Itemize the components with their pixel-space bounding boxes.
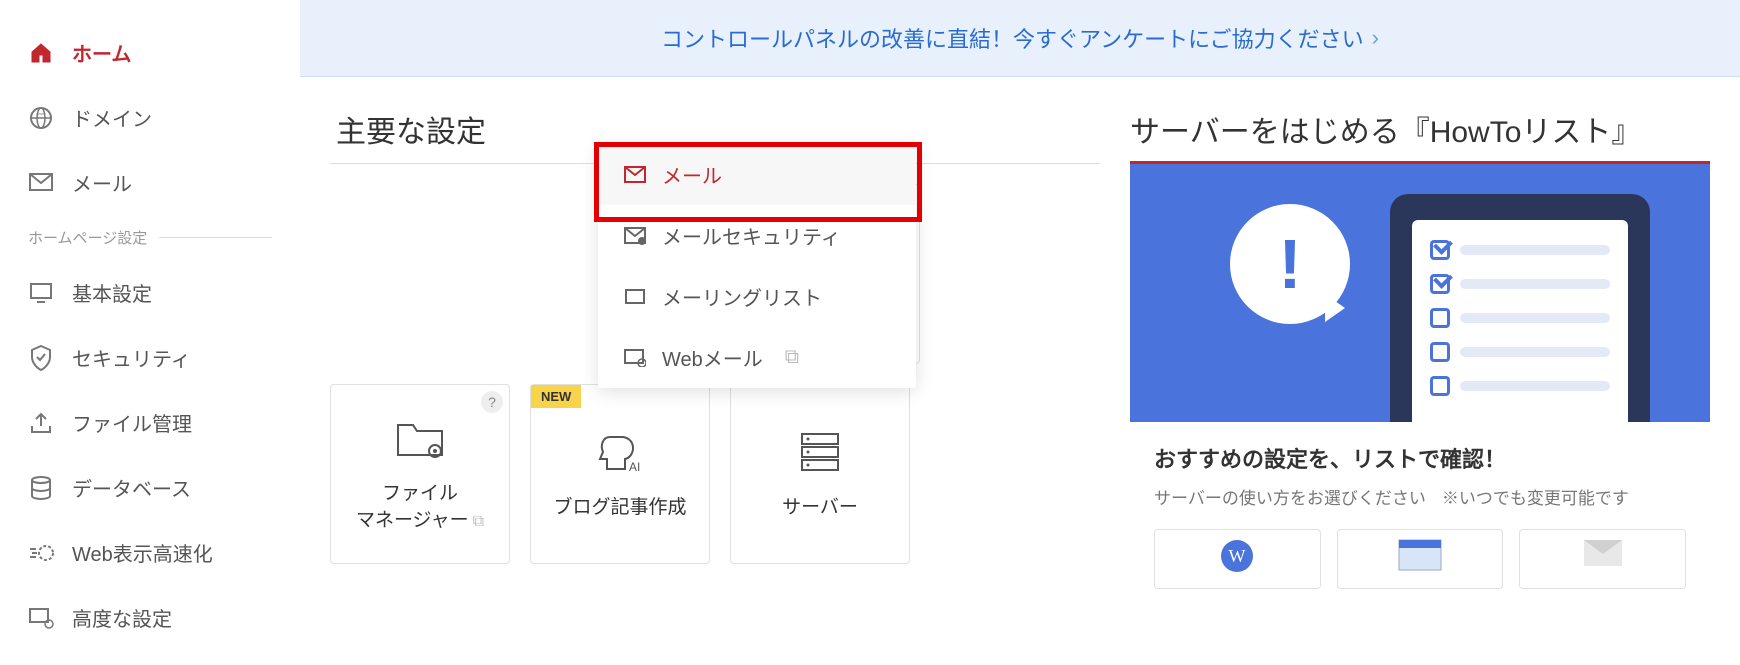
submenu-item-mail-security[interactable]: メールセキュリティ (598, 205, 916, 266)
howto-hero: ! (1130, 164, 1710, 422)
upload-icon (28, 410, 54, 436)
sidebar-label: 高度な設定 (72, 603, 172, 632)
submenu-label: メールセキュリティ (662, 221, 841, 250)
card-blog[interactable]: NEW AI ブログ記事作成 (530, 384, 710, 564)
mail-submenu: メール メールセキュリティ メーリングリスト Webメール ⧉ (598, 144, 916, 388)
chevron-right-icon: › (1372, 25, 1379, 51)
sidebar-label: Web表示高速化 (72, 538, 213, 567)
sidebar-item-db[interactable]: データベース (0, 455, 300, 520)
server-icon (795, 427, 845, 477)
shield-icon (28, 345, 54, 371)
svg-text:www: www (37, 111, 46, 116)
howto-sub-desc: サーバーの使い方をお選びください※いつでも変更可能です (1154, 484, 1686, 509)
sidebar-label: セキュリティ (72, 343, 191, 372)
card-server[interactable]: サーバー (730, 384, 910, 564)
howto: サーバーをはじめる『HowToリスト』 ! (1130, 107, 1710, 603)
sidebar-label: ファイル管理 (72, 408, 192, 437)
submenu-label: メーリングリスト (662, 282, 822, 311)
mailing-list-icon (624, 286, 646, 308)
database-icon (28, 475, 54, 501)
card-label: ファイルマネージャー⧉ (356, 481, 484, 534)
banner-text: コントロールパネルの改善に直結！今すぐアンケートにご協力ください (661, 22, 1364, 54)
sidebar-item-speed[interactable]: Web表示高速化 (0, 520, 300, 585)
mail-icon (28, 170, 54, 196)
submenu-item-mail[interactable]: メール (598, 144, 916, 205)
svg-text:W: W (1229, 546, 1246, 566)
help-icon[interactable]: ? (481, 391, 503, 413)
home-icon (28, 40, 54, 66)
svg-text:AI: AI (629, 460, 640, 474)
howto-option-wordpress[interactable]: W (1154, 529, 1321, 589)
howto-option-mail[interactable] (1519, 529, 1686, 589)
card-file-manager[interactable]: ? ファイルマネージャー⧉ (330, 384, 510, 564)
sidebar-label: 基本設定 (72, 278, 152, 307)
sidebar-item-basic[interactable]: 基本設定 (0, 260, 300, 325)
monitor-gear-icon (28, 605, 54, 631)
card-label: ブログ記事作成 (553, 495, 686, 522)
mail-icon (624, 164, 646, 186)
survey-banner[interactable]: コントロールパネルの改善に直結！今すぐアンケートにご協力ください › (300, 0, 1740, 77)
external-icon: ⧉ (785, 346, 799, 369)
sidebar-item-advanced[interactable]: 高度な設定 (0, 585, 300, 650)
sidebar-label: ホーム (72, 38, 131, 67)
sidebar-item-security[interactable]: セキュリティ (0, 325, 300, 390)
webmail-icon (624, 347, 646, 369)
submenu-item-webmail[interactable]: Webメール ⧉ (598, 327, 916, 388)
speed-icon (28, 540, 54, 566)
external-icon: ⧉ (473, 513, 484, 530)
clipboard-icon (1390, 194, 1650, 422)
sidebar-label: ドメイン (72, 103, 152, 132)
sidebar-item-file[interactable]: ファイル管理 (0, 390, 300, 455)
howto-option-browser[interactable] (1337, 529, 1504, 589)
sidebar-item-mail[interactable]: メール (0, 150, 300, 215)
howto-title: サーバーをはじめる『HowToリスト』 (1130, 107, 1710, 151)
ai-head-icon: AI (595, 427, 645, 477)
howto-sub-title: おすすめの設定を、リストで確認！ (1154, 442, 1686, 474)
sidebar-label: データベース (72, 473, 191, 502)
main: コントロールパネルの改善に直結！今すぐアンケートにご協力ください › 主要な設定… (300, 0, 1740, 665)
sidebar-label: メール (72, 168, 132, 197)
sidebar-item-home[interactable]: ホーム (0, 20, 300, 85)
submenu-label: Webメール (662, 343, 763, 372)
sidebar-item-domain[interactable]: www ドメイン (0, 85, 300, 150)
folder-gear-icon (395, 413, 445, 463)
mail-shield-icon (624, 225, 646, 247)
submenu-label: メール (662, 160, 722, 189)
submenu-item-mailing-list[interactable]: メーリングリスト (598, 266, 916, 327)
sidebar: ホーム www ドメイン メール ホームページ設定 基本設定 セキュリティ ファ… (0, 0, 300, 665)
card-label: サーバー (782, 495, 858, 522)
globe-icon: www (28, 105, 54, 131)
badge-new: NEW (531, 385, 581, 408)
sidebar-section-hp: ホームページ設定 (0, 215, 300, 260)
monitor-icon (28, 280, 54, 306)
